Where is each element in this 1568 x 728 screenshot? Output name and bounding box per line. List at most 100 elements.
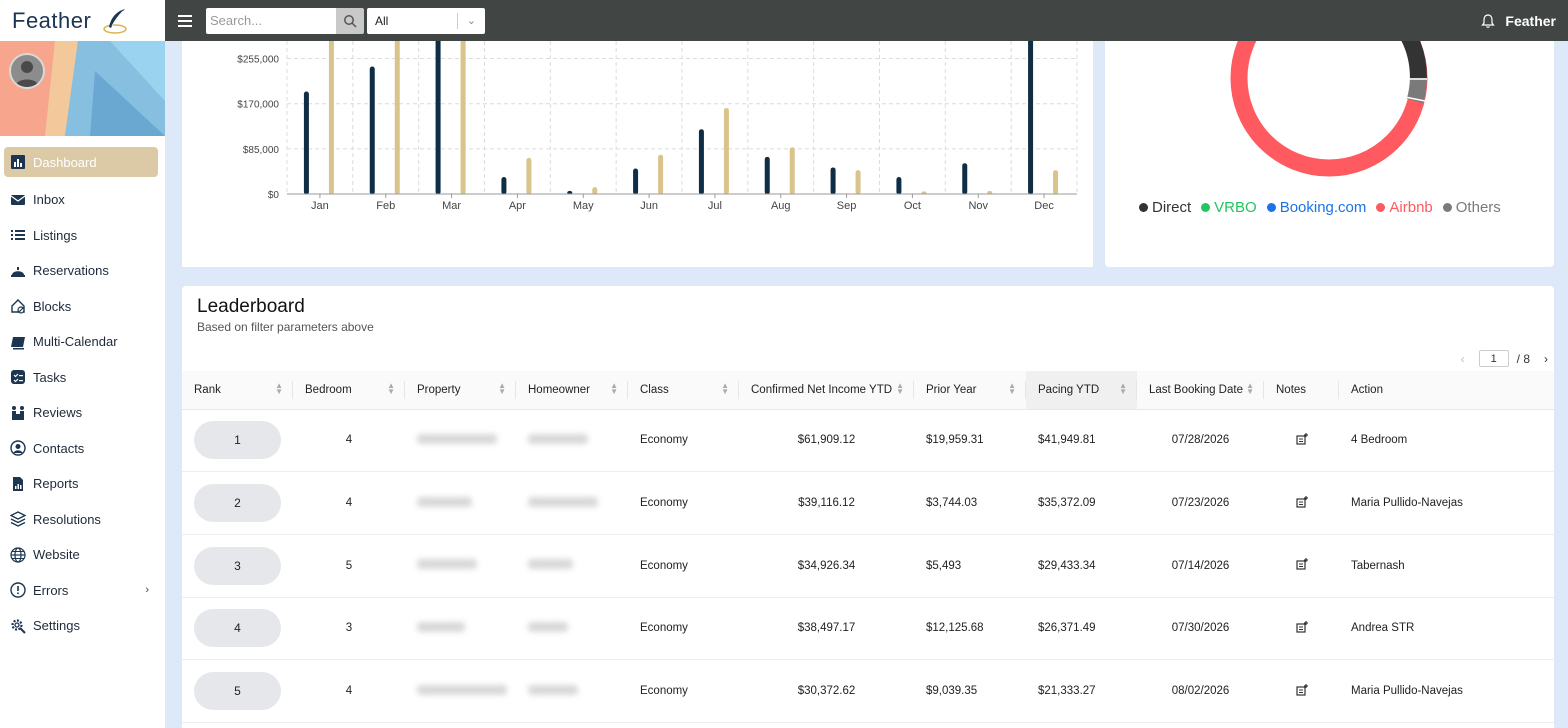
bar-jan-series-2[interactable] <box>328 36 334 195</box>
sort-icon[interactable]: ▲ ▼ <box>1008 382 1016 396</box>
column-header-last-booking-date[interactable]: Last Booking Date ▲ ▼ <box>1137 371 1264 410</box>
property-cell-redacted[interactable] <box>405 471 516 535</box>
filter-select[interactable]: All ⌄ <box>367 7 485 34</box>
bar-feb-series-1[interactable] <box>369 66 375 195</box>
column-header-prior-year[interactable]: Prior Year ▲ ▼ <box>914 371 1026 410</box>
sidebar-item-resolutions[interactable]: Resolutions <box>0 502 165 538</box>
bar-aug-series-1[interactable] <box>764 156 770 195</box>
rank-badge: 4 <box>194 609 281 648</box>
sort-icon[interactable]: ▲ ▼ <box>610 382 618 396</box>
sort-icon[interactable]: ▲ ▼ <box>1119 382 1127 396</box>
legend-item-vrbo[interactable]: VRBO <box>1201 199 1257 216</box>
sidebar-item-errors[interactable]: Errors › <box>0 573 165 609</box>
sort-icon[interactable]: ▲ ▼ <box>1246 382 1254 396</box>
legend-item-booking-com[interactable]: Booking.com <box>1266 199 1366 216</box>
bar-may-series-2[interactable] <box>592 187 598 195</box>
class-cell: Economy <box>628 659 739 723</box>
search-button[interactable] <box>336 7 364 34</box>
bar-jun-series-1[interactable] <box>633 168 639 195</box>
column-header-property[interactable]: Property ▲ ▼ <box>405 371 516 410</box>
sidebar-item-multi-calendar[interactable]: Multi-Calendar <box>0 324 165 360</box>
bar-sep-series-2[interactable] <box>855 170 861 195</box>
bar-dec-series-2[interactable] <box>1053 170 1059 195</box>
sidebar-item-reviews[interactable]: Reviews <box>0 395 165 431</box>
bar-oct-series-1[interactable] <box>896 177 902 195</box>
legend-item-airbnb[interactable]: Airbnb <box>1376 199 1433 216</box>
bar-jul-series-2[interactable] <box>723 107 729 195</box>
search-input[interactable] <box>206 7 336 34</box>
sidebar-item-inbox[interactable]: Inbox <box>0 182 165 218</box>
service-bell-icon <box>10 263 26 279</box>
bar-mar-series-1[interactable] <box>435 37 441 195</box>
sort-icon[interactable]: ▲ ▼ <box>896 382 904 396</box>
rank-badge: 3 <box>194 546 281 585</box>
column-header-rank[interactable]: Rank ▲ ▼ <box>182 371 293 410</box>
add-note-icon[interactable] <box>1295 558 1308 570</box>
bar-mar-series-2[interactable] <box>460 36 466 195</box>
legend-item-others[interactable]: Others <box>1442 199 1501 216</box>
table-row[interactable]: 3 5 Economy $34,926.34 $5,493 $29,433.34 07/14… <box>182 534 1554 598</box>
last-booking-cell: 07/28/2026 <box>1137 409 1264 473</box>
table-row[interactable]: 4 3 Economy $38,497.17 $12,125.68 $26,371.49 0… <box>182 597 1554 661</box>
prior-year-cell: $5,493 <box>914 534 1026 598</box>
bar-feb-series-2[interactable] <box>394 36 400 195</box>
column-header-homeowner[interactable]: Homeowner ▲ ▼ <box>516 371 628 410</box>
class-cell: Economy <box>628 409 739 473</box>
sidebar-item-settings[interactable]: Settings <box>0 608 165 644</box>
add-note-icon[interactable] <box>1295 620 1308 633</box>
legend-dot <box>1201 203 1211 212</box>
property-cell-redacted[interactable] <box>405 409 516 473</box>
table-row[interactable]: 1 4 Economy $61,909.12 $19,959.31 $41,949.81 0… <box>182 409 1554 473</box>
table-row[interactable]: 2 4 Economy $39,116.12 $3,744.03 $35,372.09 07… <box>182 471 1554 535</box>
bar-jul-series-1[interactable] <box>698 129 704 195</box>
bar-apr-series-2[interactable] <box>526 157 532 195</box>
bar-apr-series-1[interactable] <box>501 177 507 195</box>
column-header-class[interactable]: Class ▲ ▼ <box>628 371 739 410</box>
sidebar-item-listings[interactable]: Listings <box>0 218 165 254</box>
bar-dec-series-1[interactable] <box>1028 36 1034 195</box>
y-tick-label: $170,000 <box>237 100 279 111</box>
legend-item-direct[interactable]: Direct <box>1139 199 1191 216</box>
next-page-icon[interactable]: › <box>1544 352 1548 366</box>
bar-jun-series-2[interactable] <box>658 154 664 195</box>
redacted-text <box>417 684 507 695</box>
column-header-bedroom[interactable]: Bedroom ▲ ▼ <box>293 371 405 410</box>
sidebar-item-tasks[interactable]: Tasks <box>0 360 165 396</box>
sidebar-item-label: Reservations <box>33 263 109 279</box>
rank-cell: 3 <box>182 534 293 598</box>
sidebar-item-blocks[interactable]: Blocks <box>0 289 165 325</box>
property-cell-redacted[interactable] <box>405 534 516 598</box>
sort-icon[interactable]: ▲ ▼ <box>275 382 283 396</box>
donut-ring <box>1230 41 1428 177</box>
table-row[interactable]: 5 4 Economy $30,372.62 $9,039.35 $21,333.27 08… <box>182 659 1554 723</box>
menu-icon[interactable] <box>178 14 192 27</box>
sidebar-item-website[interactable]: Website <box>0 537 165 573</box>
page-input[interactable] <box>1478 350 1509 367</box>
brand[interactable]: Feather <box>0 0 165 41</box>
user-name[interactable]: Feather <box>1505 13 1556 29</box>
sort-icon[interactable]: ▲ ▼ <box>721 382 729 396</box>
avatar[interactable] <box>9 53 45 89</box>
sidebar-item-dashboard[interactable]: Dashboard <box>4 147 158 177</box>
add-note-icon[interactable] <box>1295 683 1308 696</box>
property-cell-redacted[interactable] <box>405 659 516 723</box>
bar-nov-series-1[interactable] <box>962 163 968 195</box>
reviews-icon <box>10 405 26 421</box>
bell-icon[interactable] <box>1480 13 1496 29</box>
bar-jan-series-1[interactable] <box>303 91 309 195</box>
column-header-pacing-ytd[interactable]: Pacing YTD ▲ ▼ <box>1026 371 1137 410</box>
sort-icon[interactable]: ▲ ▼ <box>498 382 506 396</box>
prev-page-icon[interactable]: ‹ <box>1461 352 1465 366</box>
sidebar-item-reservations[interactable]: Reservations <box>0 253 165 289</box>
bar-sep-series-1[interactable] <box>830 167 836 195</box>
add-note-icon[interactable] <box>1295 495 1308 508</box>
sidebar-item-label: Contacts <box>33 440 85 456</box>
sidebar-item-contacts[interactable]: Contacts <box>0 431 165 467</box>
sort-icon[interactable]: ▲ ▼ <box>387 382 395 396</box>
add-note-icon[interactable] <box>1295 432 1308 445</box>
property-cell-redacted[interactable] <box>405 597 516 661</box>
column-header-confirmed-net-income-ytd[interactable]: Confirmed Net Income YTD ▲ ▼ <box>739 371 914 410</box>
bar-aug-series-2[interactable] <box>789 147 795 195</box>
sidebar-item-reports[interactable]: Reports <box>0 466 165 502</box>
bedroom-cell: 4 <box>293 659 405 723</box>
